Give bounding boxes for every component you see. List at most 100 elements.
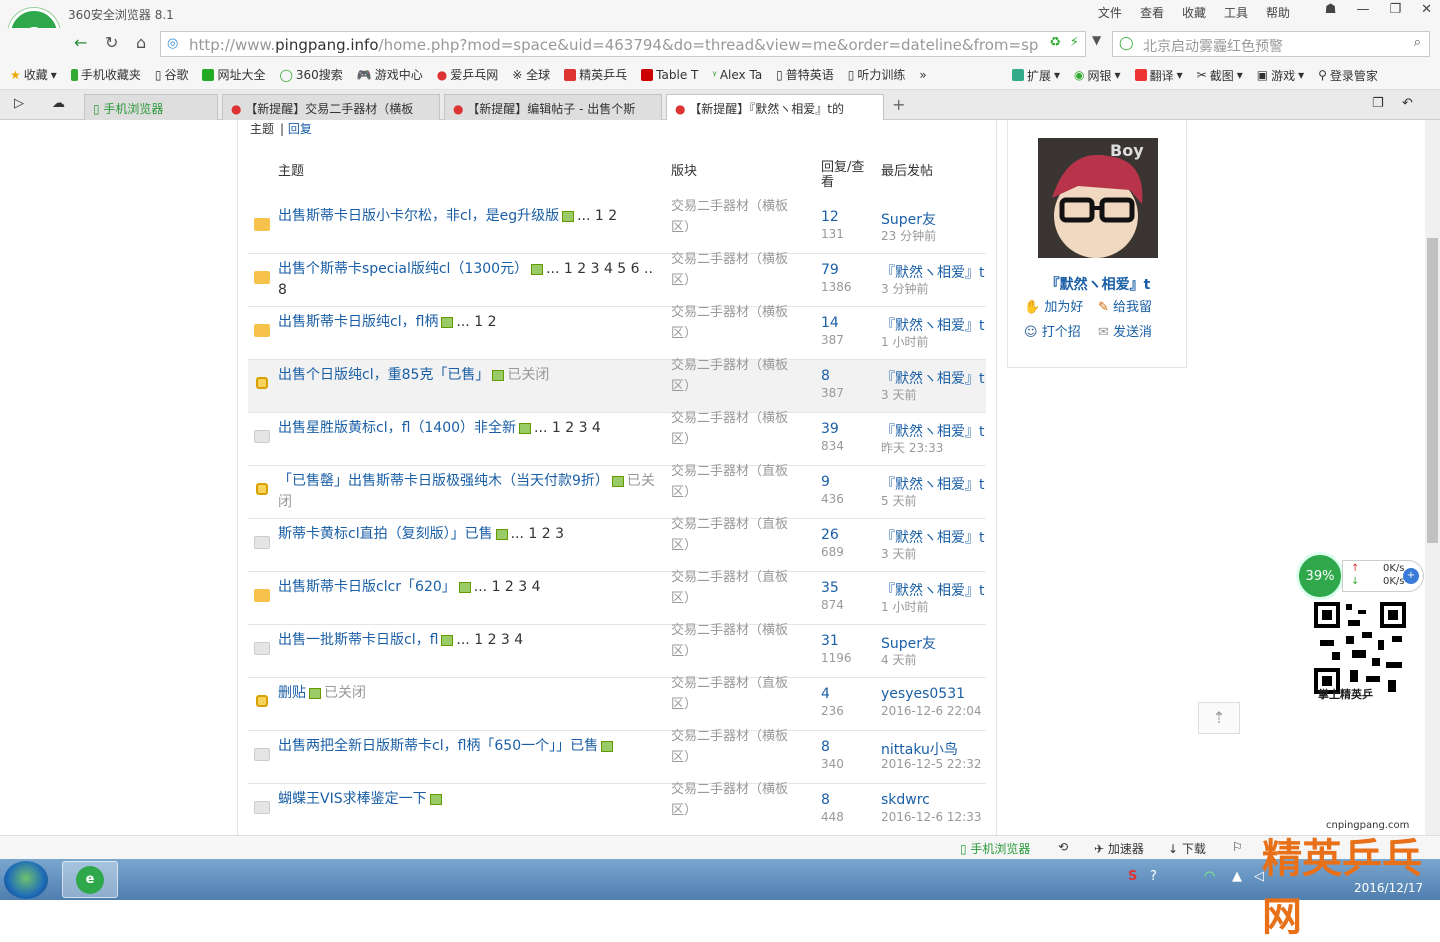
thread-subject[interactable]: 出售斯蒂卡日版小卡尔松，非cl，是eg升级版 ... 1 2	[278, 206, 658, 227]
thread-title-link[interactable]: 删贴	[278, 685, 306, 701]
forum-link[interactable]: 交易二手器材（横板区）	[671, 302, 803, 344]
bookmark-alex[interactable]: ᵞ Alex Ta	[712, 68, 762, 82]
last-poster-link[interactable]: 『默然ヽ相爱』t	[881, 368, 985, 388]
restore-tab-icon[interactable]: ❐	[1372, 96, 1384, 111]
plus-icon[interactable]: +	[1403, 568, 1419, 584]
forum-link[interactable]: 交易二手器材（直板区）	[671, 567, 803, 609]
ime-icon[interactable]: S	[1128, 869, 1137, 884]
ext-games[interactable]: ▣ 游戏 ▾	[1257, 67, 1304, 84]
menu-file[interactable]: 文件	[1098, 4, 1122, 21]
thread-title-link[interactable]: 斯蒂卡黄标cl直拍（复刻版）」已售	[278, 526, 493, 542]
cloud-icon[interactable]: ☁	[52, 96, 65, 111]
page-links[interactable]: ... 1 2 3 4	[534, 420, 601, 436]
bookmark-360search[interactable]: ◯ 360搜索	[279, 66, 342, 83]
last-poster-link[interactable]: 『默然ヽ相爱』t	[881, 315, 985, 335]
ext-screenshot[interactable]: ✂ 截图 ▾	[1197, 67, 1243, 84]
leave-message-button[interactable]: ✎ 给我留	[1098, 296, 1152, 315]
menu-view[interactable]: 查看	[1140, 4, 1164, 21]
tab-user-threads[interactable]: ● 【新提醒】『默然ヽ相爱』t的	[666, 94, 884, 120]
tab-trade-horizontal[interactable]: ● 【新提醒】交易二手器材（横板	[222, 94, 440, 120]
thread-subject[interactable]: 删贴 已关闭	[278, 683, 658, 704]
avatar[interactable]: Boy	[1038, 138, 1158, 258]
search-input[interactable]: ◯ 北京启动雾霾红色预警 ⌕	[1112, 31, 1430, 57]
home-icon[interactable]: ⌂	[136, 33, 146, 52]
send-message-button[interactable]: ✉ 发送消	[1098, 321, 1152, 340]
last-poster-link[interactable]: 『默然ヽ相爱』t	[881, 421, 985, 441]
search-icon[interactable]: ⌕	[1414, 35, 1421, 50]
last-post-time[interactable]: 1 小时前	[881, 333, 928, 350]
ext-bank[interactable]: ◉ 网银 ▾	[1074, 67, 1121, 84]
chevron-down-icon[interactable]: ▼	[1092, 33, 1101, 47]
forum-link[interactable]: 交易二手器材（横板区）	[671, 355, 803, 397]
bookmark-putenglish[interactable]: ▯ 普特英语	[776, 66, 834, 83]
thread-subject[interactable]: 出售斯蒂卡日版纯cl，fl柄 ... 1 2	[278, 312, 658, 333]
undo-close-icon[interactable]: ↶	[1402, 96, 1413, 111]
thread-title-link[interactable]: 出售一批斯蒂卡日版cl，fl	[278, 632, 438, 648]
more-bookmarks-icon[interactable]: »	[919, 68, 926, 82]
flag-icon[interactable]: ⚐	[1232, 840, 1243, 854]
tray-arrow-icon[interactable]: ▲	[1232, 869, 1242, 884]
bookmark-tablet[interactable]: Table T	[641, 68, 698, 82]
reply-count[interactable]: 79	[821, 262, 839, 278]
last-post-time[interactable]: 23 分钟前	[881, 227, 936, 244]
ext-extend[interactable]: 扩展 ▾	[1012, 67, 1060, 84]
last-post-time[interactable]: 3 天前	[881, 386, 916, 403]
last-poster-link[interactable]: nittaku小鸟	[881, 739, 958, 759]
forum-link[interactable]: 交易二手器材（直板区）	[671, 673, 803, 715]
last-poster-link[interactable]: 『默然ヽ相爱』t	[881, 262, 985, 282]
last-post-time[interactable]: 4 天前	[881, 651, 916, 668]
page-links[interactable]: ... 1 2 3	[511, 526, 564, 542]
thread-subject[interactable]: 出售两把全新日版斯蒂卡cl，fl柄「650一个」」已售	[278, 736, 658, 757]
last-poster-link[interactable]: skdwrc	[881, 792, 930, 808]
reply-count[interactable]: 39	[821, 421, 839, 437]
last-post-time[interactable]: 2016-12-6 12:33	[881, 810, 982, 824]
page-links[interactable]: ... 1 2	[456, 314, 496, 330]
reply-count[interactable]: 26	[821, 527, 839, 543]
reply-count[interactable]: 9	[821, 474, 830, 490]
thread-title-link[interactable]: 出售斯蒂卡日版clcr「620」	[278, 579, 456, 595]
new-tab-icon[interactable]: +	[892, 95, 905, 114]
last-poster-link[interactable]: 『默然ヽ相爱』t	[881, 580, 985, 600]
scrollbar-thumb[interactable]	[1427, 238, 1438, 543]
reply-count[interactable]: 8	[821, 368, 830, 384]
page-links[interactable]: ... 1 2 3 4	[474, 579, 541, 595]
last-post-time[interactable]: 5 天前	[881, 492, 916, 509]
wifi-icon[interactable]: ◠	[1204, 869, 1215, 884]
thread-subject[interactable]: 出售一批斯蒂卡日版cl，fl ... 1 2 3 4	[278, 630, 658, 651]
maximize-icon[interactable]: ❐	[1389, 2, 1401, 17]
last-post-time[interactable]: 昨天 23:33	[881, 439, 943, 456]
forum-link[interactable]: 交易二手器材（横板区）	[671, 726, 803, 768]
reply-count[interactable]: 12	[821, 209, 839, 225]
skin-icon[interactable]: ☗	[1325, 2, 1337, 17]
thread-title-link[interactable]: 出售个日版纯cl，重85克「已售」	[278, 367, 489, 383]
last-poster-link[interactable]: 『默然ヽ相爱』t	[881, 474, 985, 494]
back-to-top-button[interactable]: ⇡	[1198, 702, 1240, 734]
page-links[interactable]: ... 1 2	[577, 208, 617, 224]
url-input[interactable]: ◎ http://www.pingpang.info/home.php?mod=…	[160, 31, 1086, 57]
thread-title-link[interactable]: 蝴蝶王VIS求棒鉴定一下	[278, 791, 427, 807]
bookmark-google[interactable]: ▯ 谷歌	[155, 66, 189, 83]
sidebar-toggle-icon[interactable]: ▷	[14, 96, 24, 111]
reply-count[interactable]: 4	[821, 686, 830, 702]
forum-link[interactable]: 交易二手器材（横板区）	[671, 249, 803, 291]
speed-widget[interactable]: 39% ↑ ↓ 0K/s 0K/s +	[1296, 552, 1426, 600]
forum-link[interactable]: 交易二手器材（横板区）	[671, 620, 803, 662]
thread-subject[interactable]: 蝴蝶王VIS求棒鉴定一下	[278, 789, 658, 810]
menu-help[interactable]: 帮助	[1266, 4, 1290, 21]
forum-link[interactable]: 交易二手器材（横板区）	[671, 779, 803, 821]
thread-subject[interactable]: 斯蒂卡黄标cl直拍（复刻版）」已售 ... 1 2 3	[278, 524, 658, 545]
menu-tools[interactable]: 工具	[1224, 4, 1248, 21]
scrollbar[interactable]	[1425, 120, 1440, 835]
thread-subject[interactable]: 「已售罄」出售斯蒂卡日版极强纯木（当天付款9折） 已关闭	[278, 471, 658, 513]
status-download[interactable]: ↓ 下载	[1168, 840, 1206, 857]
tab-mobile-browser[interactable]: ▯ 手机浏览器	[84, 94, 218, 120]
last-post-time[interactable]: 2016-12-5 22:32	[881, 757, 982, 771]
close-icon[interactable]: ✕	[1421, 2, 1432, 17]
bookmark-aipingpang[interactable]: ● 爱乒乓网	[437, 66, 499, 83]
greet-button[interactable]: ☺ 打个招	[1024, 321, 1081, 340]
last-post-time[interactable]: 3 天前	[881, 545, 916, 562]
forum-link[interactable]: 交易二手器材（横板区）	[671, 408, 803, 450]
bookmark-mobile[interactable]: 手机收藏夹	[70, 66, 141, 83]
back-icon[interactable]: ←	[74, 33, 87, 52]
thread-title-link[interactable]: 出售个斯蒂卡special版纯cl（1300元）	[278, 261, 528, 277]
